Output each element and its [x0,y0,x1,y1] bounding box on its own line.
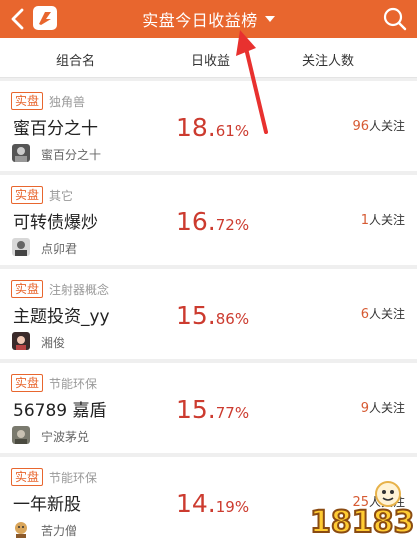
follower-count: 96人关注 [352,119,405,134]
category-label: 独角兽 [49,95,86,109]
red-arrow-annotation [236,30,268,134]
follower-count: 1人关注 [360,213,405,228]
column-name-header: 组合名 [56,54,96,69]
girl-avatar [12,332,30,350]
follower-count: 9人关注 [360,401,405,416]
category-label: 节能环保 [49,377,98,391]
portfolio-name: 蜜百分之十 [13,119,98,139]
search-icon[interactable] [382,5,408,33]
daily-return: 15.77% [176,395,250,424]
owner-name: 宁波茅兑 [41,430,90,444]
owner-name: 苦力僧 [41,524,78,538]
owner-name: 湘俊 [41,336,66,350]
portfolio-name: 56789 嘉盾 [13,401,107,421]
real-tag: 实盘 [11,468,43,486]
svg-text:18183: 18183 [310,505,413,540]
column-header-row: 组合名 日收益 关注人数 [0,38,417,78]
owner-name: 点卯君 [41,242,78,256]
owner-name: 蜜百分之十 [41,148,102,162]
top-bar: 实盘今日收益榜 [0,0,417,38]
real-tag: 实盘 [11,92,43,110]
caret-down-icon [264,16,275,22]
dark-avatar [12,144,30,162]
real-tag: 实盘 [11,280,43,298]
real-tag: 实盘 [11,374,43,392]
portfolio-row[interactable]: 实盘 节能环保 56789 嘉盾 宁波茅兑 15.77% 9人关注 [0,363,417,453]
portfolio-name: 可转债爆炒 [13,213,98,233]
daily-return: 15.86% [176,301,250,330]
category-label: 节能环保 [49,471,98,485]
column-followers-header[interactable]: 关注人数 [302,50,354,69]
category-label: 注射器概念 [49,283,110,297]
portfolio-row[interactable]: 实盘 其它 可转债爆炒 点卯君 16.72% 1人关注 [0,175,417,265]
person-avatar [12,238,30,256]
portfolio-name: 一年新股 [13,495,81,515]
portfolio-row[interactable]: 实盘 独角兽 蜜百分之十 蜜百分之十 18.61% 96人关注 [0,81,417,171]
portfolio-row[interactable]: 实盘 注射器概念 主题投资_yy 湘俊 15.86% 6人关注 [0,269,417,359]
portfolio-name: 主题投资_yy [13,307,110,327]
daily-return: 14.19% [176,489,250,518]
real-tag: 实盘 [11,186,43,204]
category-label: 其它 [49,189,74,203]
follower-count: 6人关注 [360,307,405,322]
screen: 实盘今日收益榜 组合名 日收益 关注人数 实盘 独角兽 蜜百分之十 蜜百分之十 … [0,0,417,547]
column-daily-return-header[interactable]: 日收益 [191,50,230,69]
gray-avatar [12,426,30,444]
daily-return: 16.72% [176,207,250,236]
watermark-logo: 18183 [308,476,415,542]
monk-avatar [12,520,30,538]
title-dropdown[interactable]: 实盘今日收益榜 [0,0,417,38]
